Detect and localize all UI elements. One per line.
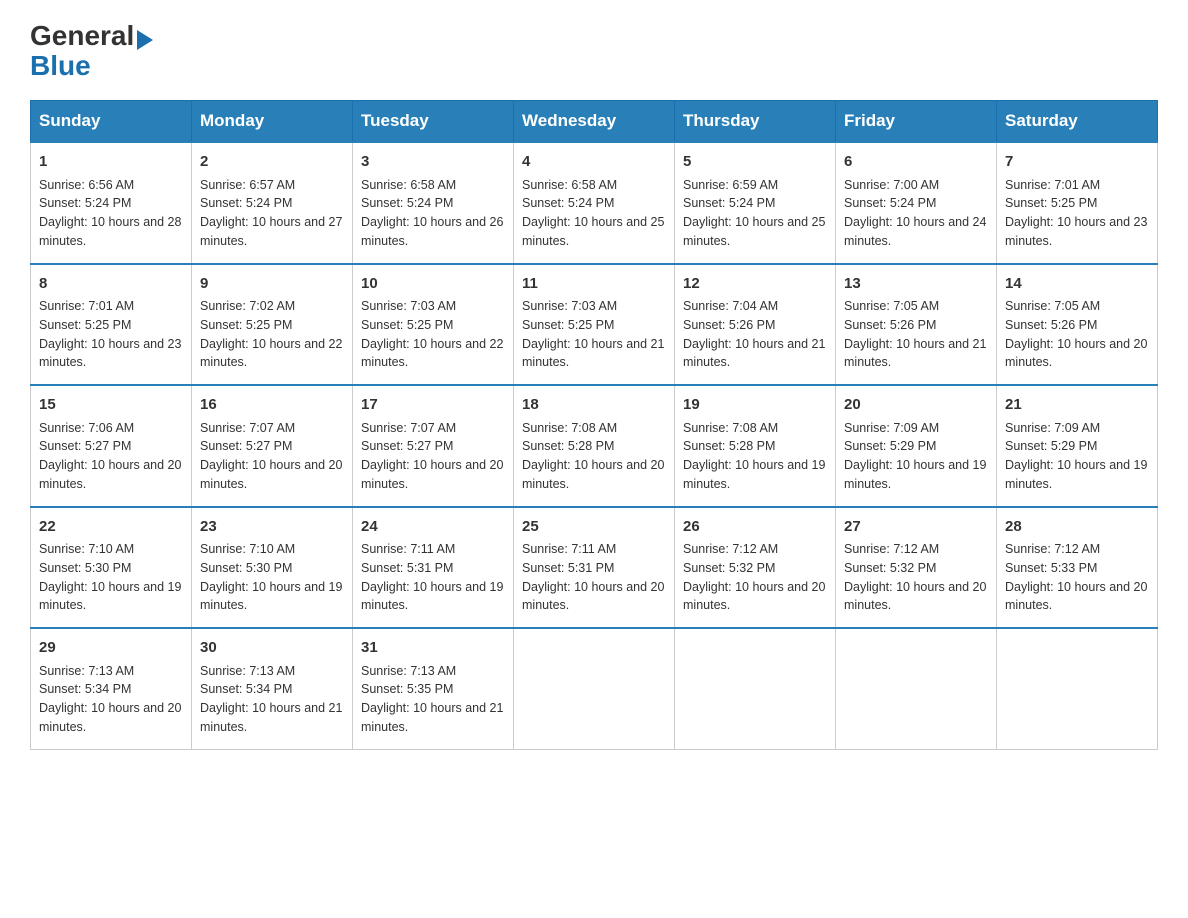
day-number: 11 (522, 273, 666, 296)
calendar-cell (675, 628, 836, 749)
calendar-cell: 28Sunrise: 7:12 AMSunset: 5:33 PMDayligh… (997, 507, 1158, 629)
calendar-cell: 23Sunrise: 7:10 AMSunset: 5:30 PMDayligh… (192, 507, 353, 629)
day-number: 9 (200, 273, 344, 296)
day-number: 28 (1005, 516, 1149, 539)
calendar-cell: 22Sunrise: 7:10 AMSunset: 5:30 PMDayligh… (31, 507, 192, 629)
calendar-cell (836, 628, 997, 749)
calendar-cell: 27Sunrise: 7:12 AMSunset: 5:32 PMDayligh… (836, 507, 997, 629)
calendar-cell: 29Sunrise: 7:13 AMSunset: 5:34 PMDayligh… (31, 628, 192, 749)
calendar-cell: 4Sunrise: 6:58 AMSunset: 5:24 PMDaylight… (514, 142, 675, 264)
day-number: 21 (1005, 394, 1149, 417)
week-row-4: 22Sunrise: 7:10 AMSunset: 5:30 PMDayligh… (31, 507, 1158, 629)
day-number: 15 (39, 394, 183, 417)
calendar-cell: 15Sunrise: 7:06 AMSunset: 5:27 PMDayligh… (31, 385, 192, 507)
day-number: 18 (522, 394, 666, 417)
day-number: 23 (200, 516, 344, 539)
header-thursday: Thursday (675, 101, 836, 143)
day-number: 2 (200, 151, 344, 174)
day-number: 1 (39, 151, 183, 174)
calendar-cell: 17Sunrise: 7:07 AMSunset: 5:27 PMDayligh… (353, 385, 514, 507)
calendar-cell: 7Sunrise: 7:01 AMSunset: 5:25 PMDaylight… (997, 142, 1158, 264)
day-number: 25 (522, 516, 666, 539)
day-number: 30 (200, 637, 344, 660)
day-number: 16 (200, 394, 344, 417)
day-number: 4 (522, 151, 666, 174)
header-tuesday: Tuesday (353, 101, 514, 143)
day-number: 14 (1005, 273, 1149, 296)
calendar-cell: 19Sunrise: 7:08 AMSunset: 5:28 PMDayligh… (675, 385, 836, 507)
calendar-cell: 21Sunrise: 7:09 AMSunset: 5:29 PMDayligh… (997, 385, 1158, 507)
header-wednesday: Wednesday (514, 101, 675, 143)
header-row: Sunday Monday Tuesday Wednesday Thursday… (31, 101, 1158, 143)
day-number: 24 (361, 516, 505, 539)
calendar-cell: 3Sunrise: 6:58 AMSunset: 5:24 PMDaylight… (353, 142, 514, 264)
day-number: 20 (844, 394, 988, 417)
day-number: 17 (361, 394, 505, 417)
calendar-cell: 2Sunrise: 6:57 AMSunset: 5:24 PMDaylight… (192, 142, 353, 264)
header-sunday: Sunday (31, 101, 192, 143)
calendar-cell: 12Sunrise: 7:04 AMSunset: 5:26 PMDayligh… (675, 264, 836, 386)
calendar-cell: 18Sunrise: 7:08 AMSunset: 5:28 PMDayligh… (514, 385, 675, 507)
week-row-3: 15Sunrise: 7:06 AMSunset: 5:27 PMDayligh… (31, 385, 1158, 507)
day-number: 13 (844, 273, 988, 296)
day-number: 6 (844, 151, 988, 174)
header-friday: Friday (836, 101, 997, 143)
calendar-cell: 16Sunrise: 7:07 AMSunset: 5:27 PMDayligh… (192, 385, 353, 507)
week-row-5: 29Sunrise: 7:13 AMSunset: 5:34 PMDayligh… (31, 628, 1158, 749)
day-number: 3 (361, 151, 505, 174)
day-number: 12 (683, 273, 827, 296)
logo: General Blue (30, 20, 153, 80)
calendar-cell: 25Sunrise: 7:11 AMSunset: 5:31 PMDayligh… (514, 507, 675, 629)
page-header: General Blue (30, 20, 1158, 80)
logo-general-text: General (30, 20, 134, 52)
calendar-cell: 11Sunrise: 7:03 AMSunset: 5:25 PMDayligh… (514, 264, 675, 386)
week-row-1: 1Sunrise: 6:56 AMSunset: 5:24 PMDaylight… (31, 142, 1158, 264)
calendar-cell: 14Sunrise: 7:05 AMSunset: 5:26 PMDayligh… (997, 264, 1158, 386)
calendar-cell: 30Sunrise: 7:13 AMSunset: 5:34 PMDayligh… (192, 628, 353, 749)
logo-blue-text: Blue (30, 50, 91, 81)
calendar-cell (514, 628, 675, 749)
calendar-cell (997, 628, 1158, 749)
calendar-cell: 5Sunrise: 6:59 AMSunset: 5:24 PMDaylight… (675, 142, 836, 264)
calendar-cell: 20Sunrise: 7:09 AMSunset: 5:29 PMDayligh… (836, 385, 997, 507)
calendar-cell: 31Sunrise: 7:13 AMSunset: 5:35 PMDayligh… (353, 628, 514, 749)
day-number: 22 (39, 516, 183, 539)
calendar-cell: 26Sunrise: 7:12 AMSunset: 5:32 PMDayligh… (675, 507, 836, 629)
calendar-cell: 1Sunrise: 6:56 AMSunset: 5:24 PMDaylight… (31, 142, 192, 264)
header-monday: Monday (192, 101, 353, 143)
day-number: 5 (683, 151, 827, 174)
day-number: 19 (683, 394, 827, 417)
day-number: 26 (683, 516, 827, 539)
calendar-cell: 9Sunrise: 7:02 AMSunset: 5:25 PMDaylight… (192, 264, 353, 386)
day-number: 10 (361, 273, 505, 296)
calendar-cell: 13Sunrise: 7:05 AMSunset: 5:26 PMDayligh… (836, 264, 997, 386)
calendar-cell: 8Sunrise: 7:01 AMSunset: 5:25 PMDaylight… (31, 264, 192, 386)
calendar-table: Sunday Monday Tuesday Wednesday Thursday… (30, 100, 1158, 750)
calendar-cell: 24Sunrise: 7:11 AMSunset: 5:31 PMDayligh… (353, 507, 514, 629)
logo-arrow-icon (137, 30, 153, 50)
day-number: 7 (1005, 151, 1149, 174)
calendar-cell: 10Sunrise: 7:03 AMSunset: 5:25 PMDayligh… (353, 264, 514, 386)
day-number: 29 (39, 637, 183, 660)
day-number: 27 (844, 516, 988, 539)
day-number: 8 (39, 273, 183, 296)
header-saturday: Saturday (997, 101, 1158, 143)
calendar-cell: 6Sunrise: 7:00 AMSunset: 5:24 PMDaylight… (836, 142, 997, 264)
day-number: 31 (361, 637, 505, 660)
week-row-2: 8Sunrise: 7:01 AMSunset: 5:25 PMDaylight… (31, 264, 1158, 386)
